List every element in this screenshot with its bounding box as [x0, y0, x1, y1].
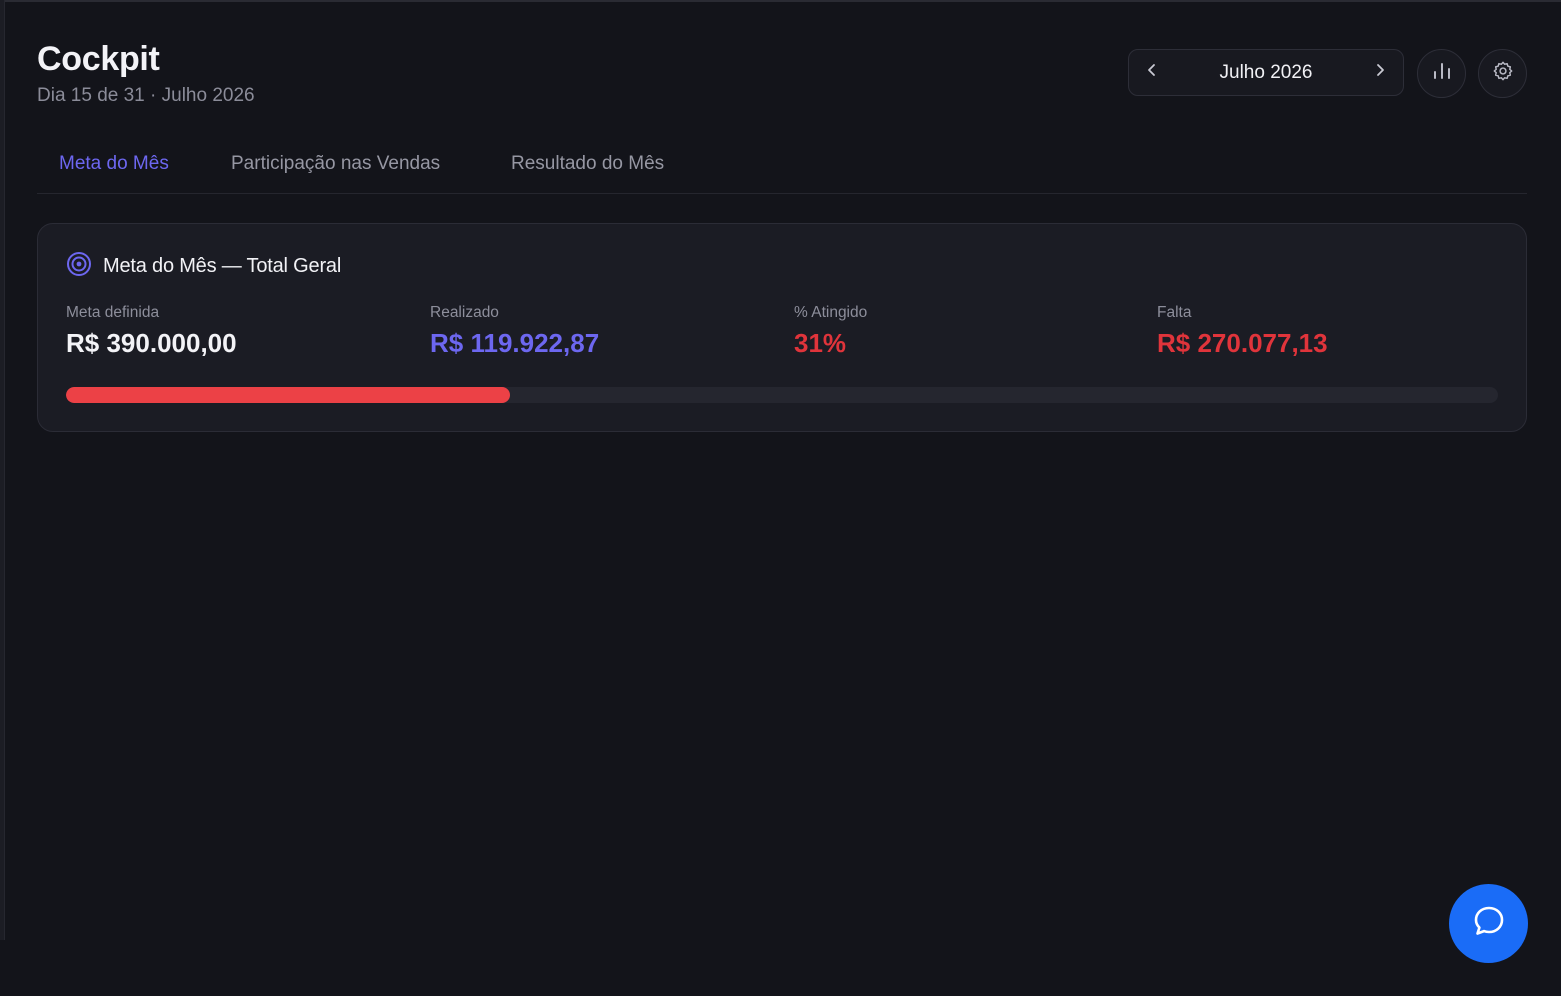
chat-bubble-icon [1471, 903, 1507, 944]
chevron-left-icon [1144, 62, 1160, 83]
bar-chart-icon [1431, 60, 1453, 87]
goal-card-header: Meta do Mês — Total Geral [66, 251, 342, 282]
page-subtitle: Dia 15 de 31 · Julho 2026 [37, 85, 255, 106]
stat-label: Falta [1157, 304, 1192, 321]
next-month-button[interactable] [1357, 50, 1403, 95]
stat-value: R$ 270.077,13 [1157, 328, 1328, 358]
page-header: Cockpit Dia 15 de 31 · Julho 2026 Julho … [37, 40, 1527, 110]
goal-progress-bar [66, 387, 1498, 403]
stat-meta-definida: Meta definida R$ 390.000,00 [66, 304, 237, 359]
stat-label: % Atingido [794, 304, 868, 321]
stat-label: Realizado [430, 304, 499, 321]
settings-button[interactable] [1478, 49, 1527, 98]
stat-value: R$ 390.000,00 [66, 328, 237, 358]
sidebar-edge [0, 0, 5, 940]
stat-value: R$ 119.922,87 [430, 328, 600, 358]
gear-icon [1492, 60, 1514, 87]
chat-button[interactable] [1449, 884, 1528, 963]
stat-value: 31% [794, 328, 847, 358]
chevron-right-icon [1372, 62, 1388, 83]
goal-progress-fill [66, 387, 510, 403]
stat-falta: Falta R$ 270.077,13 [1157, 304, 1328, 359]
tab-resultado-do-mes[interactable]: Resultado do Mês [511, 153, 664, 175]
stat-percent-atingido: % Atingido 31% [794, 304, 867, 359]
tab-participacao-nas-vendas[interactable]: Participação nas Vendas [231, 153, 440, 175]
charts-button[interactable] [1417, 49, 1466, 98]
stat-realizado: Realizado R$ 119.922,87 [430, 304, 599, 359]
stat-label: Meta definida [66, 304, 160, 321]
previous-month-button[interactable] [1129, 50, 1175, 95]
month-label: Julho 2026 [1219, 61, 1313, 83]
goal-card-title: Meta do Mês — Total Geral [103, 254, 342, 277]
page-title: Cockpit [37, 40, 160, 78]
target-icon [66, 251, 92, 282]
tab-bar: Meta do Mês Participação nas Vendas Resu… [37, 140, 1527, 194]
window-top-border [0, 0, 1561, 2]
month-selector: Julho 2026 [1128, 49, 1404, 96]
goal-card: Meta do Mês — Total Geral Meta definida … [37, 223, 1527, 432]
tab-meta-do-mes[interactable]: Meta do Mês [59, 153, 169, 175]
